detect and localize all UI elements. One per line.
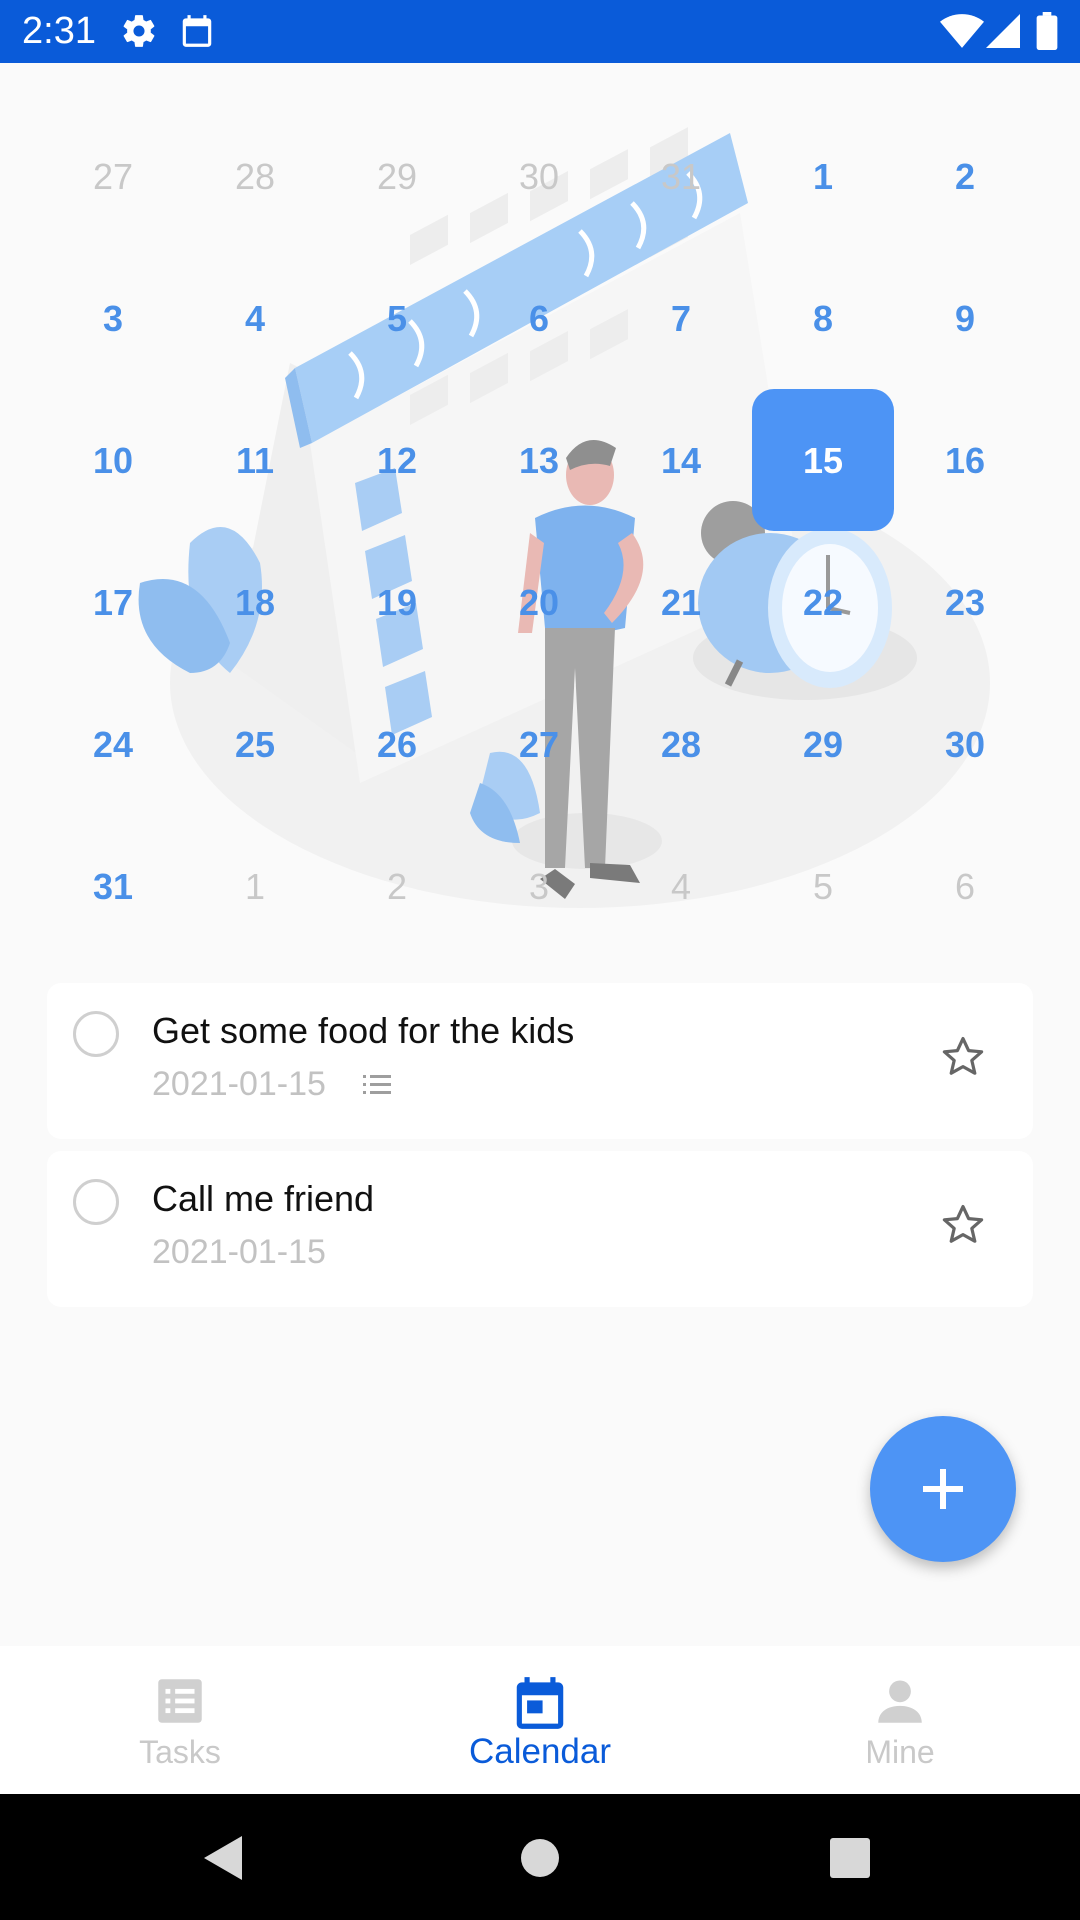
task-date: 2021-01-15 [152, 1065, 326, 1103]
nav-tab-calendar[interactable]: Calendar [360, 1646, 720, 1794]
calendar-day[interactable]: 27 [42, 106, 184, 248]
calendar-day[interactable]: 3 [468, 816, 610, 958]
calendar-day[interactable]: 23 [894, 532, 1036, 674]
nav-label-tasks: Tasks [139, 1734, 221, 1770]
calendar-day[interactable]: 31 [42, 816, 184, 958]
complete-checkbox[interactable] [73, 1011, 119, 1057]
calendar-day[interactable]: 2 [894, 106, 1036, 248]
calendar-day[interactable]: 29 [326, 106, 468, 248]
complete-checkbox[interactable] [73, 1179, 119, 1225]
calendar-day[interactable]: 5 [752, 816, 894, 958]
status-time: 2:31 [22, 10, 96, 52]
calendar-day[interactable]: 22 [752, 532, 894, 674]
calendar-day[interactable]: 30 [894, 674, 1036, 816]
person-icon [878, 1680, 922, 1723]
notes-list-icon [363, 1075, 391, 1094]
calendar-day[interactable]: 16 [894, 390, 1036, 532]
nav-tab-tasks[interactable]: Tasks [0, 1646, 360, 1794]
gear-icon [123, 15, 155, 47]
calendar-day[interactable]: 31 [610, 106, 752, 248]
system-navigation-bar [0, 1794, 1080, 1920]
calendar-day[interactable]: 3 [42, 248, 184, 390]
wifi-icon [940, 14, 984, 48]
recents-icon[interactable] [830, 1838, 870, 1878]
signal-icon [986, 14, 1020, 48]
calendar-day[interactable]: 28 [610, 674, 752, 816]
calendar-day[interactable]: 30 [468, 106, 610, 248]
calendar-day[interactable]: 12 [326, 390, 468, 532]
calendar-day[interactable]: 19 [326, 532, 468, 674]
status-bar: 2:31 [0, 0, 1080, 63]
calendar-day[interactable]: 8 [752, 248, 894, 390]
calendar-day[interactable]: 1 [184, 816, 326, 958]
calendar-day[interactable]: 2 [326, 816, 468, 958]
calendar-icon [516, 1677, 564, 1729]
calendar-small-icon [182, 15, 212, 47]
nav-label-calendar: Calendar [468, 1732, 612, 1771]
task-date: 2021-01-15 [152, 1233, 326, 1271]
calendar-day[interactable]: 11 [184, 390, 326, 532]
calendar-day[interactable]: 4 [184, 248, 326, 390]
task-title: Get some food for the kids [152, 1010, 575, 1051]
calendar-day[interactable]: 4 [610, 816, 752, 958]
calendar-day[interactable]: 6 [468, 248, 610, 390]
battery-icon [1036, 12, 1058, 50]
plus-icon [923, 1469, 963, 1509]
calendar-day[interactable]: 9 [894, 248, 1036, 390]
calendar-day[interactable]: 1 [752, 106, 894, 248]
task-item[interactable]: Call me friend 2021-01-15 [47, 1151, 1033, 1307]
calendar-day[interactable]: 29 [752, 674, 894, 816]
calendar-day[interactable]: 18 [184, 532, 326, 674]
calendar-day[interactable]: 13 [468, 390, 610, 532]
add-task-button[interactable] [870, 1416, 1016, 1562]
calendar-day-selected[interactable]: 15 [752, 390, 894, 532]
calendar-day[interactable]: 17 [42, 532, 184, 674]
nav-label-mine: Mine [865, 1734, 935, 1770]
calendar-day[interactable]: 24 [42, 674, 184, 816]
calendar-day[interactable]: 5 [326, 248, 468, 390]
calendar-day[interactable]: 28 [184, 106, 326, 248]
calendar-day[interactable]: 7 [610, 248, 752, 390]
bottom-navigation: Tasks Calendar Mine [0, 1646, 1080, 1794]
nav-tab-mine[interactable]: Mine [720, 1646, 1080, 1794]
month-calendar: 27 28 29 30 31 1 2 3 4 5 6 7 8 9 10 11 12 13 14 15 16 17 18 19 2… [0, 63, 1080, 963]
home-icon[interactable] [520, 1838, 560, 1878]
calendar-day[interactable]: 27 [468, 674, 610, 816]
back-icon[interactable] [204, 1836, 244, 1880]
calendar-day[interactable]: 25 [184, 674, 326, 816]
calendar-day[interactable]: 20 [468, 532, 610, 674]
calendar-day[interactable]: 21 [610, 532, 752, 674]
task-item[interactable]: Get some food for the kids 2021-01-15 [47, 983, 1033, 1139]
star-icon[interactable] [939, 1033, 987, 1081]
task-title: Call me friend [152, 1178, 375, 1219]
calendar-day[interactable]: 6 [894, 816, 1036, 958]
calendar-day[interactable]: 14 [610, 390, 752, 532]
calendar-day[interactable]: 26 [326, 674, 468, 816]
star-icon[interactable] [939, 1201, 987, 1249]
tasks-icon [158, 1679, 202, 1723]
calendar-day[interactable]: 10 [42, 390, 184, 532]
